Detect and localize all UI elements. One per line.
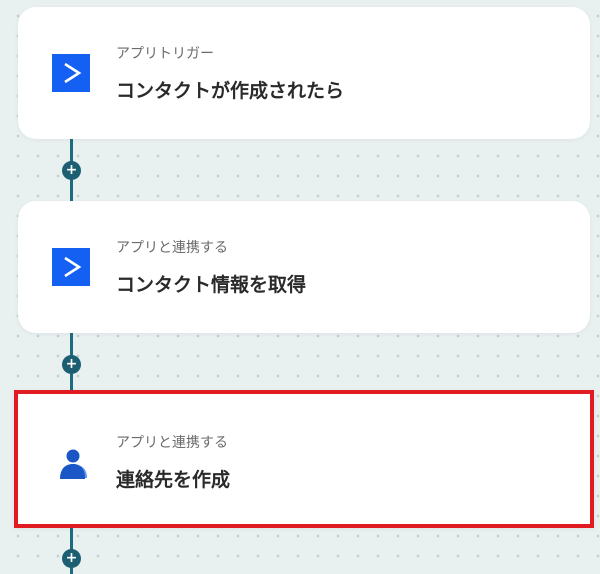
activecampaign-icon [52, 248, 90, 286]
add-step-button-1[interactable]: + [62, 161, 81, 180]
step-type-label: アプリと連携する [116, 435, 228, 451]
flow-step-card-get-contact[interactable]: アプリと連携する コンタクト情報を取得 [18, 201, 590, 333]
step-title: コンタクト情報を取得 [116, 274, 307, 296]
step-title: 連絡先を作成 [116, 469, 231, 491]
flow-step-card-create-contact[interactable]: アプリと連携する 連絡先を作成 [14, 390, 594, 528]
flow-step-card-trigger[interactable]: アプリトリガー コンタクトが作成されたら [18, 7, 590, 139]
step-type-label: アプリトリガー [116, 46, 214, 62]
google-contacts-icon [57, 444, 91, 484]
add-step-button-3[interactable]: + [62, 549, 81, 568]
step-title: コンタクトが作成されたら [116, 80, 345, 102]
activecampaign-icon [52, 54, 90, 92]
step-type-label: アプリと連携する [116, 240, 228, 256]
add-step-button-2[interactable]: + [62, 355, 81, 374]
